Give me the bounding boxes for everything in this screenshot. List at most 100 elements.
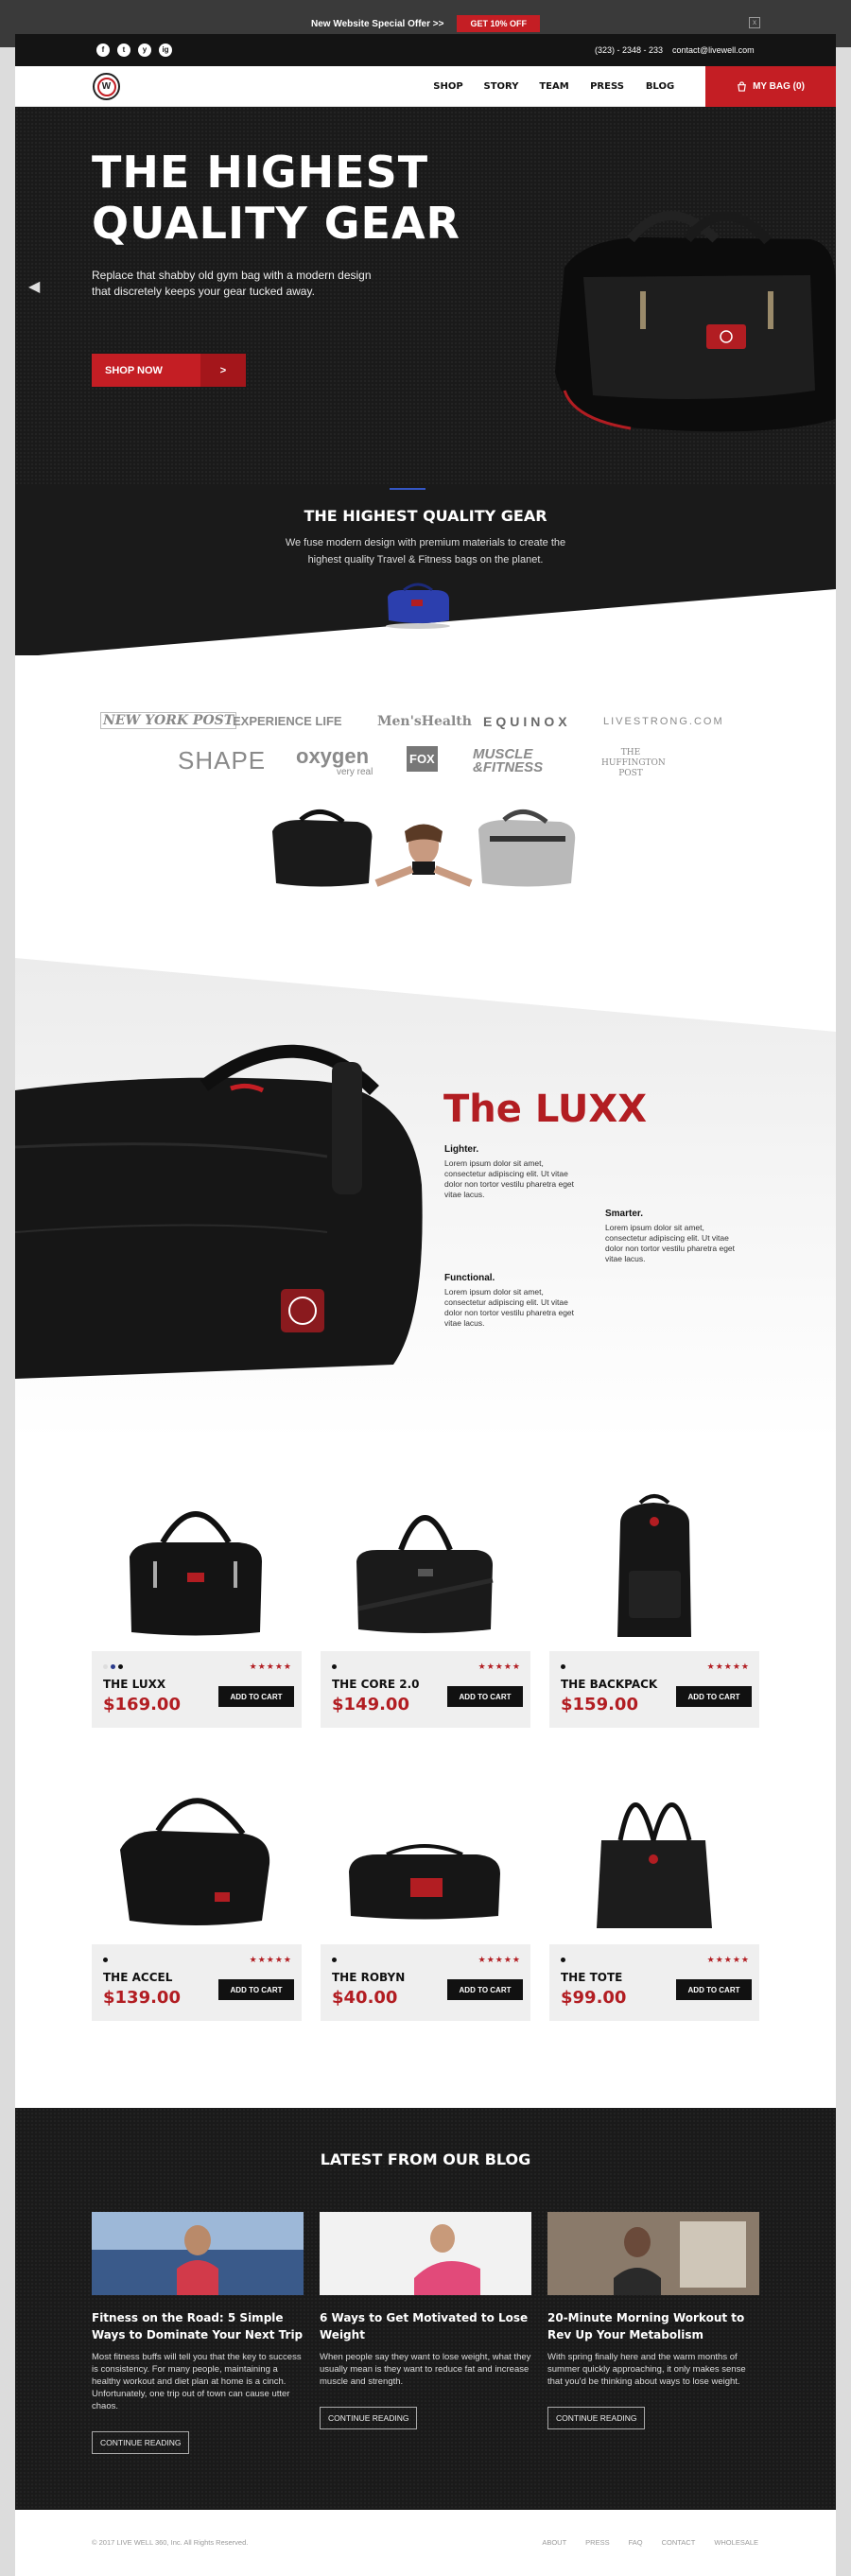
footer-link-wholesale[interactable]: WHOLESALE [714, 2538, 758, 2547]
swatch[interactable] [103, 1958, 108, 1962]
product-image [92, 1760, 302, 1944]
swatch[interactable] [103, 1664, 108, 1669]
blog-post-title[interactable]: Fitness on the Road: 5 Simple Ways to Do… [92, 2309, 304, 2343]
rating-stars: ★★★★★ [249, 1662, 292, 1671]
promo-text[interactable]: New Website Special Offer >> [311, 19, 443, 29]
swatch[interactable] [561, 1958, 565, 1962]
swatch[interactable] [561, 1664, 565, 1669]
hero-title-line1: THE HIGHEST [92, 147, 429, 198]
blue-bag-image [386, 583, 450, 629]
product-image [321, 1760, 530, 1944]
product-price: $40.00 [332, 1988, 398, 2008]
add-to-cart-button[interactable]: ADD TO CART [676, 1686, 752, 1707]
product-price: $149.00 [332, 1695, 409, 1714]
swatch[interactable] [332, 1664, 337, 1669]
feature-functional: Functional. Lorem ipsum dolor sit amet, … [444, 1273, 577, 1329]
product-name[interactable]: THE ROBYN [332, 1971, 405, 1984]
contact-bar: f t y ig (323) - 2348 - 233 contact@live… [15, 34, 836, 66]
nav-shop[interactable]: SHOP [422, 81, 475, 92]
rating-stars: ★★★★★ [478, 1955, 521, 1964]
add-to-cart-button[interactable]: ADD TO CART [447, 1979, 523, 2000]
add-to-cart-button[interactable]: ADD TO CART [218, 1979, 294, 2000]
contact-email[interactable]: contact@livewell.com [672, 45, 755, 55]
product-image [549, 1760, 759, 1944]
product-card[interactable]: ★★★★★ THE ROBYN $40.00 ADD TO CART [321, 1760, 530, 2021]
add-to-cart-button[interactable]: ADD TO CART [447, 1686, 523, 1707]
product-info: ★★★★★ THE TOTE $99.00 ADD TO CART [549, 1944, 759, 2021]
intro-title: THE HIGHEST QUALITY GEAR [304, 507, 547, 525]
my-bag-button[interactable]: MY BAG (0) [705, 66, 836, 107]
footer-link-faq[interactable]: FAQ [629, 2538, 643, 2547]
luxx-feature: The LUXX Lighter. Lorem ipsum dolor sit … [15, 949, 836, 1440]
youtube-icon[interactable]: y [138, 44, 151, 57]
product-card[interactable]: ★★★★★ THE LUXX $169.00 ADD TO CART [92, 1467, 302, 1728]
press-logo-shape: SHAPE [178, 746, 267, 775]
continue-reading-button[interactable]: CONTINUE READING [320, 2407, 418, 2429]
nav-team[interactable]: TEAM [528, 81, 581, 92]
rating-stars: ★★★★★ [706, 1955, 750, 1964]
slider-prev-icon[interactable]: ◀ [28, 277, 40, 296]
phone-number[interactable]: (323) - 2348 - 233 [595, 45, 663, 55]
continue-reading-button[interactable]: CONTINUE READING [547, 2407, 646, 2429]
feature-title: Functional. [444, 1273, 495, 1283]
product-info: ★★★★★ THE BACKPACK $159.00 ADD TO CART [549, 1651, 759, 1728]
press-logo-oxygen-tagline: very real [337, 767, 373, 777]
feature-smarter: Smarter. Lorem ipsum dolor sit amet, con… [605, 1209, 738, 1264]
promo-close-icon[interactable]: x [749, 17, 760, 28]
color-swatches [561, 1958, 565, 1962]
product-card[interactable]: ★★★★★ THE CORE 2.0 $149.00 ADD TO CART [321, 1467, 530, 1728]
twitter-icon[interactable]: t [117, 44, 130, 57]
product-price: $169.00 [103, 1695, 181, 1714]
color-swatches [103, 1664, 123, 1669]
hero-slider: THE HIGHEST QUALITY GEAR Replace that sh… [15, 107, 836, 485]
logo[interactable]: W [93, 73, 120, 100]
luxx-bag-image [15, 1044, 423, 1379]
footer-link-about[interactable]: ABOUT [542, 2538, 566, 2547]
press-logo-ny-post: NEW YORK POST [100, 712, 237, 729]
press-logo-equinox: EQUINOX [483, 714, 571, 729]
footer-link-press[interactable]: PRESS [585, 2538, 609, 2547]
swatch[interactable] [111, 1664, 115, 1669]
color-swatches [332, 1958, 337, 1962]
blog-post-image[interactable] [320, 2212, 531, 2295]
product-name[interactable]: THE BACKPACK [561, 1678, 657, 1691]
nav-blog[interactable]: BLOG [634, 81, 686, 92]
product-name[interactable]: THE CORE 2.0 [332, 1678, 419, 1691]
footer-link-contact[interactable]: CONTACT [662, 2538, 696, 2547]
continue-reading-button[interactable]: CONTINUE READING [92, 2431, 190, 2454]
product-name[interactable]: THE LUXX [103, 1678, 165, 1691]
social-links: f t y ig [96, 44, 172, 57]
product-image [549, 1467, 759, 1651]
hero-title: THE HIGHEST QUALITY GEAR [92, 147, 460, 249]
nav-story[interactable]: STORY [475, 81, 528, 92]
add-to-cart-button[interactable]: ADD TO CART [676, 1979, 752, 2000]
blog-post-excerpt: When people say they want to lose weight… [320, 2352, 531, 2387]
product-card[interactable]: ★★★★★ THE TOTE $99.00 ADD TO CART [549, 1760, 759, 2021]
my-bag-label: MY BAG (0) [753, 81, 805, 92]
hero-title-line2: QUALITY GEAR [92, 198, 460, 249]
product-name[interactable]: THE ACCEL [103, 1971, 172, 1984]
product-card[interactable]: ★★★★★ THE ACCEL $139.00 ADD TO CART [92, 1760, 302, 2021]
blog-post-image[interactable] [547, 2212, 759, 2295]
swatch[interactable] [118, 1664, 123, 1669]
promo-offer-button[interactable]: GET 10% OFF [457, 15, 540, 32]
swatch[interactable] [332, 1958, 337, 1962]
nav-press[interactable]: PRESS [581, 81, 634, 92]
title-accent-line [390, 488, 426, 490]
blog-post-title[interactable]: 6 Ways to Get Motivated to Lose Weight [320, 2309, 531, 2343]
product-image [92, 1467, 302, 1651]
add-to-cart-button[interactable]: ADD TO CART [218, 1686, 294, 1707]
feature-lighter: Lighter. Lorem ipsum dolor sit amet, con… [444, 1144, 577, 1200]
product-name[interactable]: THE TOTE [561, 1971, 622, 1984]
facebook-icon[interactable]: f [96, 44, 110, 57]
rating-stars: ★★★★★ [706, 1662, 750, 1671]
shop-now-button[interactable]: SHOP NOW > [92, 354, 246, 387]
product-card[interactable]: ★★★★★ THE BACKPACK $159.00 ADD TO CART [549, 1467, 759, 1728]
blog-post-title[interactable]: 20-Minute Morning Workout to Rev Up Your… [547, 2309, 759, 2343]
product-info: ★★★★★ THE ROBYN $40.00 ADD TO CART [321, 1944, 530, 2021]
feature-text: Lorem ipsum dolor sit amet, consectetur … [444, 1287, 575, 1328]
blog-post-excerpt: Most fitness buffs will tell you that th… [92, 2352, 302, 2411]
blog-post-image[interactable] [92, 2212, 304, 2295]
instagram-icon[interactable]: ig [159, 44, 172, 57]
press-logos: NEW YORK POST EXPERIENCE LIFE Men'sHealt… [15, 655, 836, 958]
